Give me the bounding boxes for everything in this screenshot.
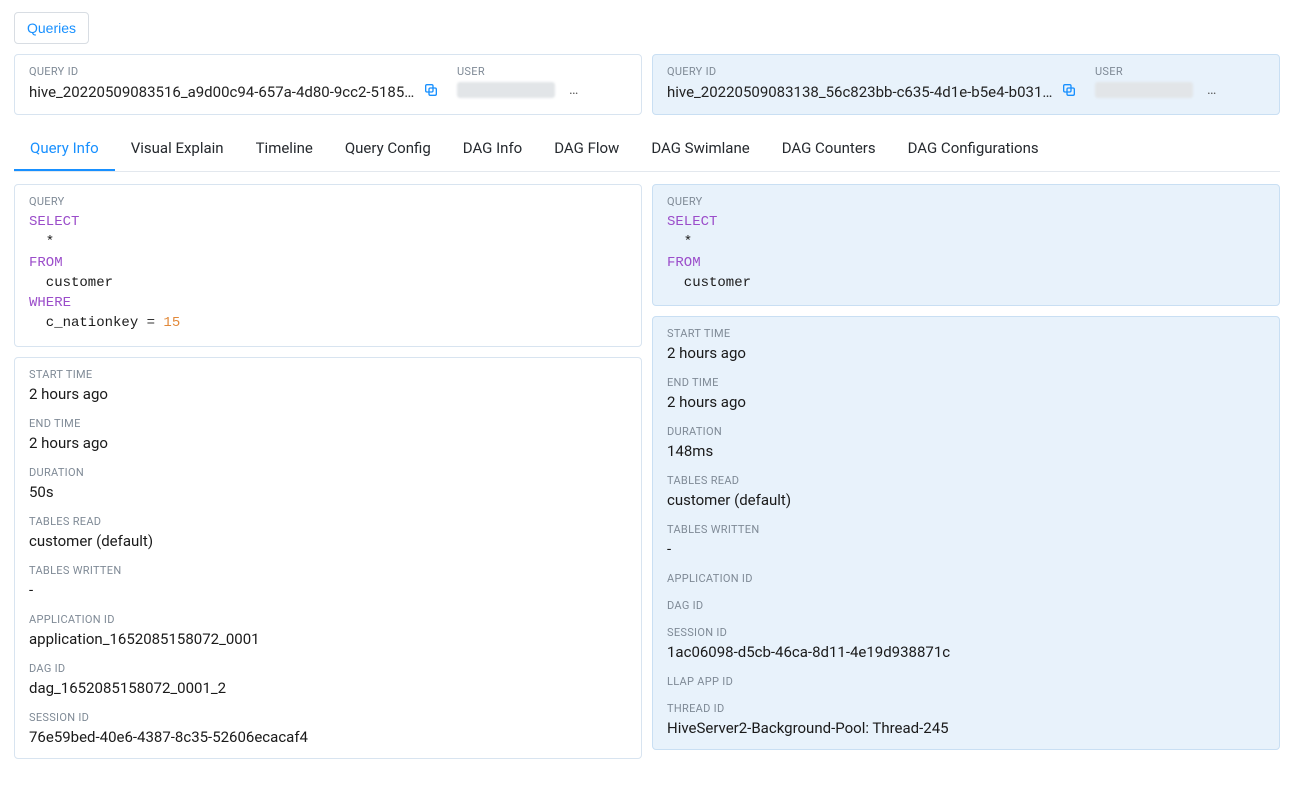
tab-timeline[interactable]: Timeline: [240, 125, 329, 171]
start-time-b: 2 hours ago: [667, 344, 1265, 362]
dag-id-label-b: DAG ID: [667, 599, 1265, 612]
tab-dag-flow[interactable]: DAG Flow: [538, 125, 635, 171]
tables-read-label-b: TABLES READ: [667, 474, 1265, 487]
session-id-b: 1ac06098-d5cb-46ca-8d11-4e19d938871c: [667, 643, 1265, 661]
start-time-label-b: START TIME: [667, 327, 1265, 340]
application-id-label-b: APPLICATION ID: [667, 572, 1265, 585]
tables-written-b: -: [667, 540, 1265, 558]
tab-dag-swimlane[interactable]: DAG Swimlane: [635, 125, 765, 171]
tabs: Query Info Visual Explain Timeline Query…: [14, 125, 1280, 172]
query-id-b: hive_20220509083138_56c823bb-c635-4d1e-b…: [667, 83, 1057, 101]
thread-id-label-b: THREAD ID: [667, 702, 1265, 715]
tab-visual-explain[interactable]: Visual Explain: [115, 125, 240, 171]
query-b-header[interactable]: QUERY ID hive_20220509083138_56c823bb-c6…: [652, 54, 1280, 115]
tab-query-config[interactable]: Query Config: [329, 125, 447, 171]
tables-read-b: customer (default): [667, 491, 1265, 509]
query-a-details-card: START TIME 2 hours ago END TIME 2 hours …: [14, 357, 642, 759]
tables-written-a: -: [29, 581, 627, 599]
query-id-a: hive_20220509083516_a9d00c94-657a-4d80-9…: [29, 83, 419, 101]
query-b-sql-card: QUERY SELECT * FROM customer: [652, 184, 1280, 306]
query-label-a: QUERY: [29, 195, 627, 208]
copy-icon[interactable]: [1061, 82, 1077, 102]
end-time-a: 2 hours ago: [29, 434, 627, 452]
end-time-b: 2 hours ago: [667, 393, 1265, 411]
query-id-label-b: QUERY ID: [667, 65, 1077, 78]
duration-label-b: DURATION: [667, 425, 1265, 438]
duration-a: 50s: [29, 483, 627, 501]
tables-written-label-a: TABLES WRITTEN: [29, 564, 627, 577]
start-time-label-a: START TIME: [29, 368, 627, 381]
tables-read-a: customer (default): [29, 532, 627, 550]
end-time-label-a: END TIME: [29, 417, 627, 430]
tab-dag-configurations[interactable]: DAG Configurations: [892, 125, 1055, 171]
session-id-label-a: SESSION ID: [29, 711, 627, 724]
query-b-details-card: START TIME 2 hours ago END TIME 2 hours …: [652, 316, 1280, 750]
query-label-b: QUERY: [667, 195, 1265, 208]
query-compare-body: QUERY SELECT * FROM customer WHERE c_nat…: [14, 184, 1280, 769]
session-id-label-b: SESSION ID: [667, 626, 1265, 639]
user-label-a: USER: [457, 65, 627, 78]
tab-query-info[interactable]: Query Info: [14, 125, 115, 171]
thread-id-b: HiveServer2-Background-Pool: Thread-245: [667, 719, 1265, 737]
user-value-a: [457, 82, 555, 98]
query-a-sql-card: QUERY SELECT * FROM customer WHERE c_nat…: [14, 184, 642, 347]
dag-id-label-a: DAG ID: [29, 662, 627, 675]
end-time-label-b: END TIME: [667, 376, 1265, 389]
query-id-label-a: QUERY ID: [29, 65, 439, 78]
copy-icon[interactable]: [423, 82, 439, 102]
query-b-sql: SELECT * FROM customer: [667, 212, 1265, 293]
query-a-sql: SELECT * FROM customer WHERE c_nationkey…: [29, 212, 627, 334]
application-id-a: application_1652085158072_0001: [29, 630, 627, 648]
tables-read-label-a: TABLES READ: [29, 515, 627, 528]
session-id-a: 76e59bed-40e6-4387-8c35-52606ecacaf4: [29, 728, 627, 746]
application-id-label-a: APPLICATION ID: [29, 613, 627, 626]
queries-button[interactable]: Queries: [14, 12, 89, 44]
duration-b: 148ms: [667, 442, 1265, 460]
tab-dag-counters[interactable]: DAG Counters: [766, 125, 892, 171]
more-menu-a[interactable]: …: [565, 82, 583, 98]
tab-dag-info[interactable]: DAG Info: [447, 125, 538, 171]
user-label-b: USER: [1095, 65, 1265, 78]
user-value-b: [1095, 82, 1193, 98]
query-a-header[interactable]: QUERY ID hive_20220509083516_a9d00c94-65…: [14, 54, 642, 115]
start-time-a: 2 hours ago: [29, 385, 627, 403]
query-compare-headers: QUERY ID hive_20220509083516_a9d00c94-65…: [14, 54, 1280, 115]
llap-app-id-label-b: LLAP APP ID: [667, 675, 1265, 688]
tables-written-label-b: TABLES WRITTEN: [667, 523, 1265, 536]
more-menu-b[interactable]: …: [1203, 82, 1221, 98]
duration-label-a: DURATION: [29, 466, 627, 479]
dag-id-a: dag_1652085158072_0001_2: [29, 679, 627, 697]
